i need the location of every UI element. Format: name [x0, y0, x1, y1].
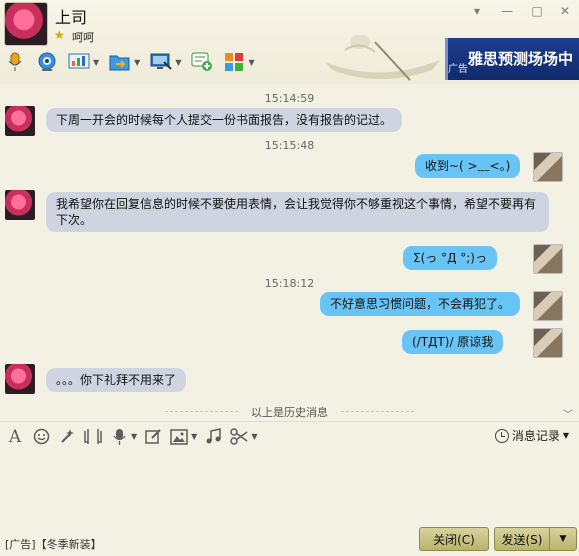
chevron-down-icon[interactable]: ▼	[191, 432, 197, 441]
message-timestamp: 15:15:48	[264, 139, 315, 152]
ad-banner-title: 雅思预测场场中	[467, 50, 573, 68]
screenshot-icon	[83, 427, 103, 447]
image-icon	[169, 427, 189, 447]
main-toolbar: ▼ ▼ ▼ ▼	[4, 48, 265, 76]
sender-avatar[interactable]	[5, 190, 35, 220]
sender-avatar[interactable]	[5, 106, 35, 136]
my-avatar[interactable]	[533, 244, 563, 274]
video-call-button[interactable]	[36, 51, 58, 73]
chevron-down-icon[interactable]: ▼	[248, 58, 254, 67]
scroll-down-icon[interactable]: ﹀	[563, 406, 573, 421]
message-bubble-received: 。。。你下礼拜不用来了	[46, 368, 187, 392]
send-image-button[interactable]: ▼	[169, 427, 197, 447]
apps-button[interactable]: ▼	[223, 51, 255, 73]
screen-capture-button[interactable]: ▼	[229, 427, 257, 447]
remote-screen-button[interactable]: ▼	[150, 51, 181, 73]
message-timestamp: 15:14:59	[264, 92, 315, 105]
message-timestamp: 15:18:12	[264, 277, 315, 290]
scissors-icon	[229, 427, 249, 447]
my-avatar[interactable]	[533, 152, 563, 182]
chevron-down-icon[interactable]: ▼	[134, 58, 140, 67]
chat-header: 上司 ★ 呵呵 ▾ — □ ✕ 雅思预测场场中 广告 ▼ ▼ ▼ ▼	[0, 0, 579, 84]
send-options-button[interactable]: ▼	[549, 527, 577, 551]
music-icon	[203, 427, 223, 447]
message-history-button[interactable]: 消息记录 ▼	[494, 427, 569, 444]
font-icon: A	[8, 426, 22, 447]
chevron-down-icon[interactable]: ▼	[251, 432, 257, 441]
footer: [广告]【冬季新装】 关闭(C) 发送(S) ▼	[0, 521, 579, 556]
close-window-button[interactable]: ✕	[555, 2, 575, 20]
message-bubble-received: 下周一开会的时候每个人提交一份书面报告，没有报告的记过。	[46, 108, 403, 132]
chevron-down-icon[interactable]: ▼	[175, 58, 181, 67]
history-divider-label: 以上是历史消息	[239, 406, 340, 419]
voice-call-button[interactable]	[4, 51, 26, 73]
emoji-icon	[31, 427, 51, 447]
chevron-down-icon[interactable]: ▼	[93, 58, 99, 67]
message-bubble-sent: 收到~( >﹏<。)	[415, 154, 521, 178]
chevron-down-icon: ▼	[559, 534, 567, 544]
clock-icon	[494, 428, 509, 443]
message-bubble-received: 我希望你在回复信息的时候不要使用表情，会让我觉得你不够重视这个事情，希望不要再有…	[46, 192, 549, 232]
footer-ad-link[interactable]: [广告]【冬季新装】	[5, 536, 102, 552]
send-file-button[interactable]: ▼	[109, 51, 140, 73]
my-avatar[interactable]	[533, 291, 563, 321]
webcam-icon	[36, 51, 58, 73]
input-toolbar: A ▼ ▼ ▼ 消息记录 ▼	[0, 421, 579, 451]
star-icon: ★	[54, 28, 65, 42]
menu-dropdown-button[interactable]: ▾	[467, 2, 487, 20]
send-button[interactable]: 发送(S)	[494, 527, 550, 551]
message-bubble-sent: 不好意思习惯问题，不会再犯了。	[320, 292, 521, 316]
message-history-label: 消息记录	[511, 429, 560, 443]
message-input[interactable]	[0, 451, 579, 521]
close-button[interactable]: 关闭(C)	[419, 527, 489, 551]
screenshot-button[interactable]	[83, 427, 103, 447]
contact-name[interactable]: 上司	[55, 4, 87, 28]
my-avatar[interactable]	[533, 328, 563, 358]
message-list[interactable]: 15:14:59 下周一开会的时候每个人提交一份书面报告，没有报告的记过。 15…	[0, 84, 579, 421]
ad-label: 广告	[448, 64, 468, 75]
magic-expression-button[interactable]	[57, 427, 77, 447]
emoji-button[interactable]	[31, 427, 51, 447]
music-button[interactable]	[203, 427, 223, 447]
message-bubble-sent: Σ(っ °Д °;)っ	[403, 246, 497, 270]
contact-status: 呵呵	[72, 31, 94, 44]
chevron-down-icon[interactable]: ▼	[131, 432, 137, 441]
edit-icon	[143, 427, 163, 447]
send-file-icon	[109, 51, 131, 73]
magic-wand-icon	[57, 427, 77, 447]
sender-avatar[interactable]	[5, 364, 35, 394]
voice-message-button[interactable]: ▼	[109, 427, 137, 447]
contact-avatar[interactable]	[4, 2, 48, 46]
microphone-icon	[4, 51, 26, 73]
whiteboard-button[interactable]: ▼	[68, 51, 99, 73]
minimize-button[interactable]: —	[497, 2, 517, 20]
apps-grid-icon	[223, 51, 245, 73]
voice-message-icon	[109, 427, 129, 447]
add-app-button[interactable]	[191, 51, 213, 73]
font-button[interactable]: A	[5, 427, 25, 447]
remote-screen-icon	[150, 51, 173, 73]
edit-button[interactable]	[143, 427, 163, 447]
history-divider: 以上是历史消息	[0, 404, 579, 420]
add-app-icon	[191, 51, 213, 73]
chevron-down-icon[interactable]: ▼	[563, 431, 569, 440]
maximize-button[interactable]: □	[527, 2, 547, 20]
message-bubble-sent: (/TДT)/ 原谅我	[402, 330, 504, 354]
boat-decoration	[325, 35, 440, 81]
whiteboard-icon	[68, 51, 90, 73]
